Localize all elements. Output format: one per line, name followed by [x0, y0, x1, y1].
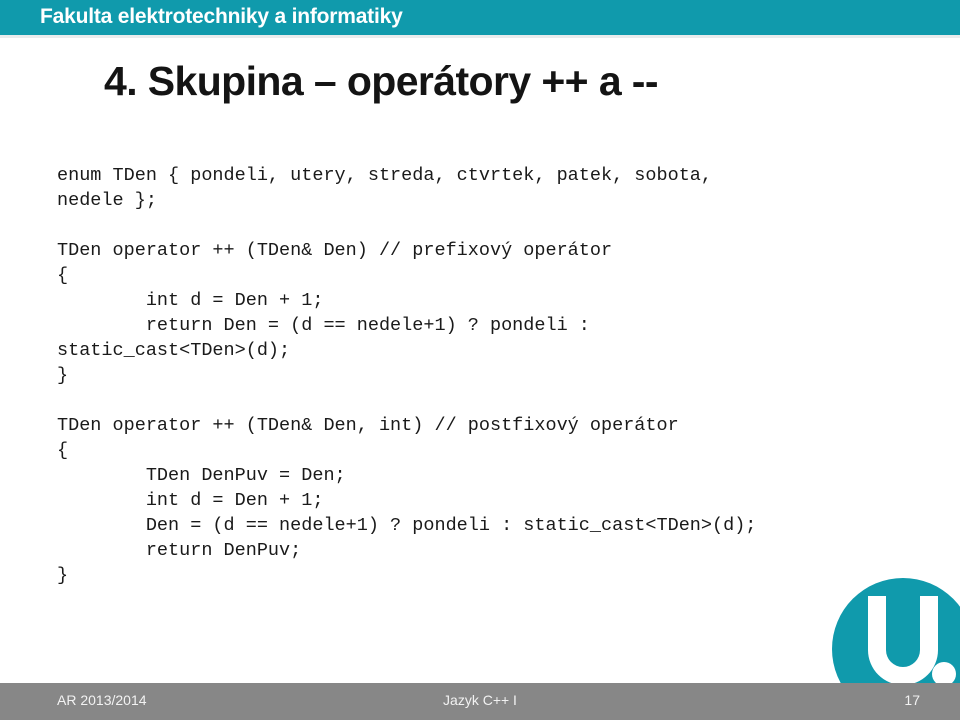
- faculty-title: Fakulta elektrotechniky a informatiky: [40, 5, 403, 28]
- code-line: nedele };: [57, 190, 157, 211]
- code-line: TDen operator ++ (TDen& Den, int) // pos…: [57, 415, 679, 436]
- code-line: Den = (d == nedele+1) ? pondeli : static…: [57, 515, 757, 536]
- logo-letter-u: [868, 596, 938, 685]
- code-line: {: [57, 440, 69, 461]
- code-line: {: [57, 265, 69, 286]
- footer-page-number: 17: [904, 692, 920, 708]
- code-line: }: [57, 565, 69, 586]
- code-line: int d = Den + 1;: [57, 490, 324, 511]
- header-divider: [0, 35, 960, 38]
- code-line: int d = Den + 1;: [57, 290, 324, 311]
- code-line: return DenPuv;: [57, 540, 302, 561]
- code-line: }: [57, 365, 69, 386]
- code-line: static_cast<TDen>(d);: [57, 340, 291, 361]
- code-line: TDen DenPuv = Den;: [57, 465, 346, 486]
- code-block: enum TDen { pondeli, utery, streda, ctvr…: [57, 163, 937, 588]
- code-line: TDen operator ++ (TDen& Den) // prefixov…: [57, 240, 613, 261]
- page-title: 4. Skupina – operátory ++ a --: [104, 58, 659, 104]
- code-line: return Den = (d == nedele+1) ? pondeli :: [57, 315, 590, 336]
- code-line: enum TDen { pondeli, utery, streda, ctvr…: [57, 165, 713, 186]
